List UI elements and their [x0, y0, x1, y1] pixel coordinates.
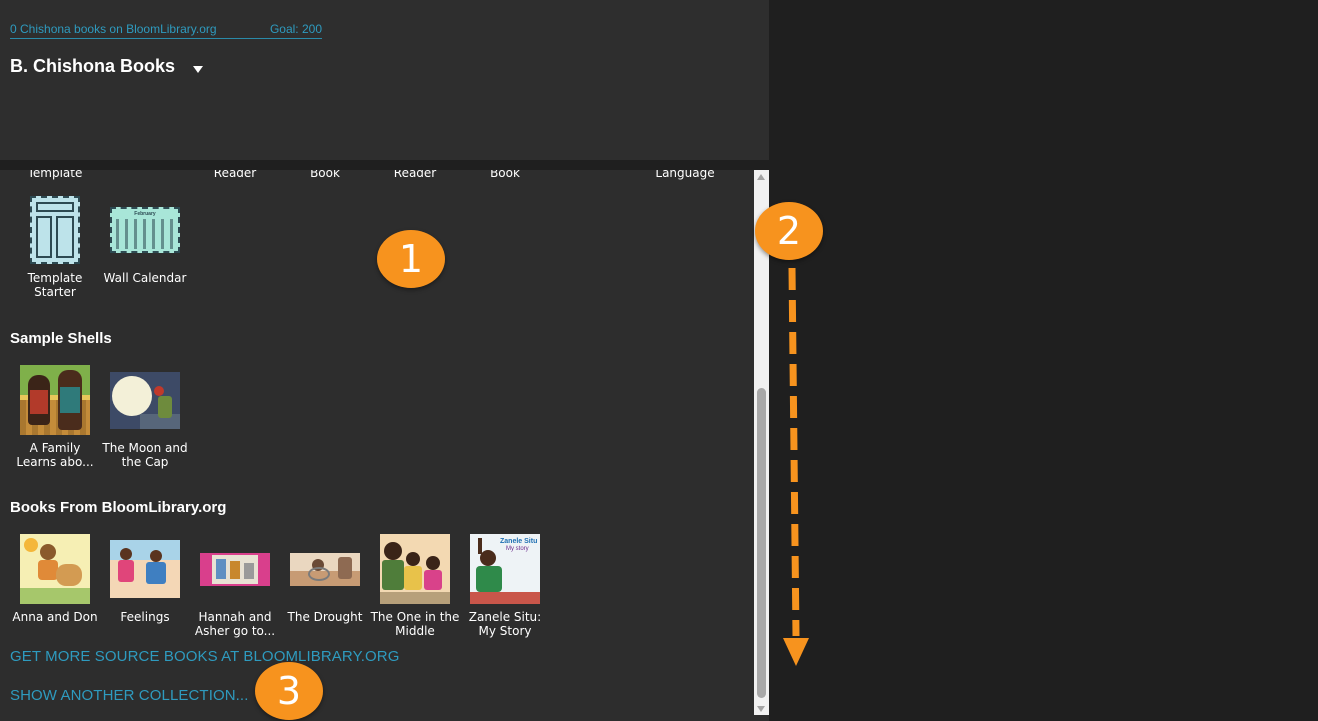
wall-calendar-tile[interactable]: February Wall Calendar — [100, 195, 190, 285]
template-starter-tile[interactable]: Template Starter — [10, 195, 100, 299]
book-tile-hannah-and-asher[interactable]: Hannah and Asher go to... — [190, 534, 280, 638]
book-cover — [110, 534, 180, 604]
sample-shells-heading: Sample Shells — [10, 330, 112, 347]
goal-label: Goal: 200 — [269, 22, 322, 36]
tile-label: Anna and Don — [12, 610, 98, 624]
tile-label: Feelings — [120, 610, 170, 624]
book-cover — [20, 534, 90, 604]
cut-off-label: Reader — [393, 170, 437, 180]
cut-off-label: Book — [490, 170, 520, 180]
book-cover: Zanele Situ My story — [470, 534, 540, 604]
scroll-up-arrow-icon[interactable] — [757, 174, 765, 180]
tile-label: The Drought — [287, 610, 363, 624]
tile-label: Template Starter — [27, 271, 83, 299]
cover-subtitle-text: My story — [506, 546, 529, 552]
scroll-down-annotation-arrow-icon — [783, 267, 809, 666]
cover-title-text: Zanele Situ — [500, 538, 538, 545]
book-tile-the-drought[interactable]: The Drought — [280, 534, 370, 624]
show-another-collection-link[interactable]: SHOW ANOTHER COLLECTION... — [10, 687, 248, 704]
cut-off-label: Language — [655, 170, 715, 180]
book-tile-zanele-situ[interactable]: Zanele Situ My story Zanele Situ: My Sto… — [460, 534, 550, 638]
wall-calendar-thumbnail: February — [110, 195, 180, 265]
tile-label: The Moon and the Cap — [102, 441, 188, 469]
calendar-month-text: February — [134, 211, 156, 217]
book-tile-a-family[interactable]: A Family Learns abo... — [10, 365, 100, 469]
tile-label: Wall Calendar — [103, 271, 187, 285]
book-tile-the-moon[interactable]: The Moon and the Cap — [100, 365, 190, 469]
book-cover — [110, 365, 180, 435]
cut-off-label: Reader — [213, 170, 257, 180]
tile-label: Zanele Situ: My Story — [468, 610, 542, 638]
callout-badge-3: 3 — [255, 662, 323, 720]
bloomlibrary-books-heading: Books From BloomLibrary.org — [10, 499, 227, 516]
cut-off-label: Template — [27, 170, 83, 180]
cut-off-label: Book — [310, 170, 340, 180]
books-count-link[interactable]: 0 Chishona books on BloomLibrary.org — [10, 22, 217, 36]
collection-panel: 0 Chishona books on BloomLibrary.org Goa… — [0, 0, 769, 721]
callout-badge-2: 2 — [755, 202, 823, 260]
callout-badge-1: 1 — [377, 230, 445, 288]
scroll-down-arrow-icon[interactable] — [757, 706, 765, 712]
get-more-books-link[interactable]: GET MORE SOURCE BOOKS AT BLOOMLIBRARY.OR… — [10, 648, 399, 665]
collection-header: 0 Chishona books on BloomLibrary.org Goa… — [0, 0, 769, 160]
goal-progress[interactable]: 0 Chishona books on BloomLibrary.org Goa… — [10, 22, 322, 39]
scroll-thumb[interactable] — [757, 388, 766, 698]
collection-menu-arrow-icon[interactable] — [193, 66, 203, 73]
template-starter-thumbnail — [20, 195, 90, 265]
book-tile-the-one-in-the-middle[interactable]: The One in the Middle — [370, 534, 460, 638]
book-tile-anna-and-don[interactable]: Anna and Don — [10, 534, 100, 624]
book-cover — [290, 534, 360, 604]
right-empty-area — [769, 0, 1318, 721]
book-cover — [20, 365, 90, 435]
collection-title[interactable]: B. Chishona Books — [10, 56, 175, 77]
book-cover — [380, 534, 450, 604]
tile-label: Hannah and Asher go to... — [194, 610, 276, 638]
book-cover — [200, 534, 270, 604]
tile-label: The One in the Middle — [370, 610, 460, 638]
book-tile-feelings[interactable]: Feelings — [100, 534, 190, 624]
tile-label: A Family Learns abo... — [16, 441, 94, 469]
header-divider — [0, 160, 769, 170]
